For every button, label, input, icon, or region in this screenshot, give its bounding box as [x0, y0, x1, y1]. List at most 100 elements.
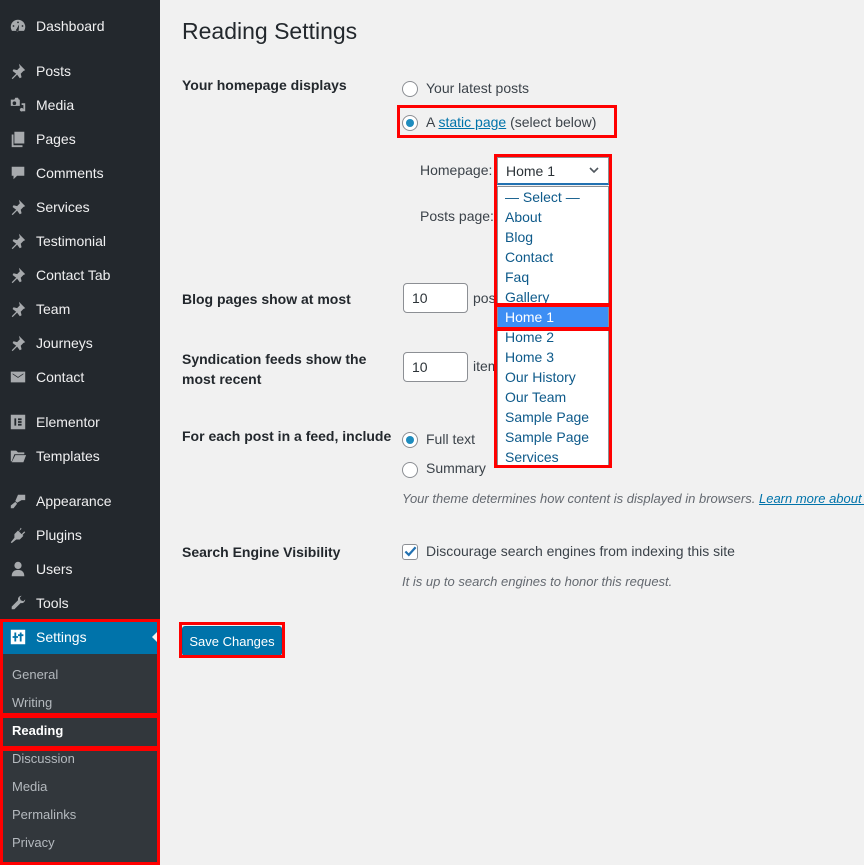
sidebar-item-label: Appearance [36, 493, 112, 509]
radio-summary[interactable] [402, 462, 418, 478]
sidebar-item-dashboard[interactable]: Dashboard [0, 9, 160, 43]
sidebar-item-label: Posts [36, 63, 72, 79]
dropdown-option[interactable]: About [498, 207, 608, 227]
sidebar-item-journeys[interactable]: Journeys [0, 326, 160, 360]
sidebar-item-elementor[interactable]: Elementor [0, 405, 160, 439]
sidebar-item-plugins[interactable]: Plugins [0, 518, 160, 552]
homepage-select-value: Home 1 [506, 162, 556, 179]
dropdown-option[interactable]: Faq [498, 267, 608, 287]
radio-full-text-label[interactable]: Full text [426, 431, 475, 447]
sidebar-item-tools[interactable]: Tools [0, 586, 160, 620]
static-page-link[interactable]: static page [438, 114, 506, 130]
sidebar-item-services[interactable]: Services [0, 190, 160, 224]
sidebar-item-settings[interactable]: Settings [0, 620, 160, 654]
radio-full-text[interactable] [402, 432, 418, 448]
homepage-displays-label: Your homepage displays [182, 77, 347, 93]
dropdown-option[interactable]: Blog [498, 227, 608, 247]
sidebar-item-label: Pages [36, 131, 76, 147]
static-prefix: A [426, 114, 435, 130]
syndication-input[interactable] [403, 352, 468, 382]
elementor-icon [8, 412, 28, 432]
sidebar-item-label: Services [36, 199, 90, 215]
sidebar-item-label: Elementor [36, 414, 100, 430]
static-suffix: (select below) [510, 114, 597, 130]
sidebar-item-testimonial[interactable]: Testimonial [0, 224, 160, 258]
dropdown-option[interactable]: Our Team [498, 387, 608, 407]
sidebar-item-comments[interactable]: Comments [0, 156, 160, 190]
feed-include-label: For each post in a feed, include [182, 428, 392, 444]
submenu-item-general[interactable]: General [12, 667, 58, 682]
radio-static-page[interactable] [402, 115, 418, 131]
sidebar-item-label: Journeys [36, 335, 93, 351]
media-icon [8, 95, 28, 115]
user-icon [8, 559, 28, 579]
comment-icon [8, 163, 28, 183]
blog-pages-input[interactable] [403, 283, 468, 313]
posts-page-label: Posts page: [420, 208, 494, 224]
submenu-item-privacy[interactable]: Privacy [12, 835, 55, 850]
sidebar-item-label: Media [36, 97, 75, 113]
checkmark-icon [404, 546, 417, 557]
homepage-dropdown-list: — Select — About Blog Contact Faq Galler… [497, 186, 609, 466]
sidebar-item-label: Team [36, 301, 71, 317]
submenu-item-permalinks[interactable]: Permalinks [12, 807, 76, 822]
sidebar-item-posts[interactable]: Posts [0, 54, 160, 88]
discourage-search-label[interactable]: Discourage search engines from indexing … [426, 543, 735, 559]
syndication-label-line1: Syndication feeds show the [182, 351, 367, 367]
sidebar-item-label: Tools [36, 595, 69, 611]
paintbrush-icon [8, 491, 28, 511]
sidebar-item-team[interactable]: Team [0, 292, 160, 326]
sidebar-item-contact-tab[interactable]: Contact Tab [0, 258, 160, 292]
sidebar-item-media[interactable]: Media [0, 88, 160, 122]
dropdown-option[interactable]: Home 2 [498, 327, 608, 347]
dropdown-option[interactable]: Services [498, 447, 608, 467]
radio-summary-label[interactable]: Summary [426, 460, 486, 476]
admin-sidebar: Dashboard Posts Media Pages Comments Ser… [0, 0, 160, 865]
dropdown-option[interactable]: Home 3 [498, 347, 608, 367]
feed-description-text: Your theme determines how content is dis… [402, 491, 756, 506]
sidebar-item-users[interactable]: Users [0, 552, 160, 586]
dashboard-icon [8, 16, 28, 36]
sidebar-item-label: Contact Tab [36, 267, 111, 283]
pin-icon [8, 197, 28, 217]
homepage-select[interactable]: Home 1 [497, 157, 609, 185]
chevron-down-icon [589, 167, 599, 174]
dropdown-option[interactable]: Contact [498, 247, 608, 267]
sidebar-item-label: Settings [36, 629, 87, 645]
learn-more-link[interactable]: Learn more about feeds [759, 491, 864, 506]
submenu-item-discussion[interactable]: Discussion [12, 751, 75, 766]
submenu-item-writing[interactable]: Writing [12, 695, 52, 710]
pin-icon [8, 333, 28, 353]
sidebar-item-label: Testimonial [36, 233, 107, 249]
discourage-search-checkbox[interactable] [402, 544, 418, 560]
pin-icon [8, 299, 28, 319]
sidebar-item-pages[interactable]: Pages [0, 122, 160, 156]
radio-static-page-label[interactable]: A static page (select below) [426, 114, 596, 130]
sidebar-item-appearance[interactable]: Appearance [0, 484, 160, 518]
pin-icon [8, 61, 28, 81]
sidebar-item-label: Users [36, 561, 73, 577]
pin-icon [8, 265, 28, 285]
dropdown-option[interactable]: Gallery [498, 287, 608, 307]
sidebar-item-label: Templates [36, 448, 100, 464]
dropdown-option[interactable]: — Select — [498, 187, 608, 207]
settings-submenu: General Writing Reading Discussion Media… [0, 654, 160, 865]
sidebar-item-label: Contact [36, 369, 85, 385]
save-changes-button[interactable]: Save Changes [182, 626, 282, 656]
sidebar-item-contact[interactable]: Contact [0, 360, 160, 394]
submenu-item-reading[interactable]: Reading [12, 723, 63, 738]
sidebar-item-templates[interactable]: Templates [0, 439, 160, 473]
dropdown-option[interactable]: Sample Page [498, 427, 608, 447]
dropdown-option[interactable]: Our History [498, 367, 608, 387]
pin-icon [8, 231, 28, 251]
feed-description: Your theme determines how content is dis… [402, 491, 864, 506]
settings-icon [8, 627, 28, 647]
radio-latest-posts[interactable] [402, 81, 418, 97]
dropdown-option-selected[interactable]: Home 1 [498, 307, 608, 327]
submenu-item-media[interactable]: Media [12, 779, 47, 794]
page-title: Reading Settings [182, 18, 358, 44]
radio-latest-posts-label[interactable]: Your latest posts [426, 80, 529, 96]
blog-pages-label: Blog pages show at most [182, 291, 351, 307]
dropdown-option[interactable]: Sample Page [498, 407, 608, 427]
syndication-label-line2: most recent [182, 371, 262, 387]
